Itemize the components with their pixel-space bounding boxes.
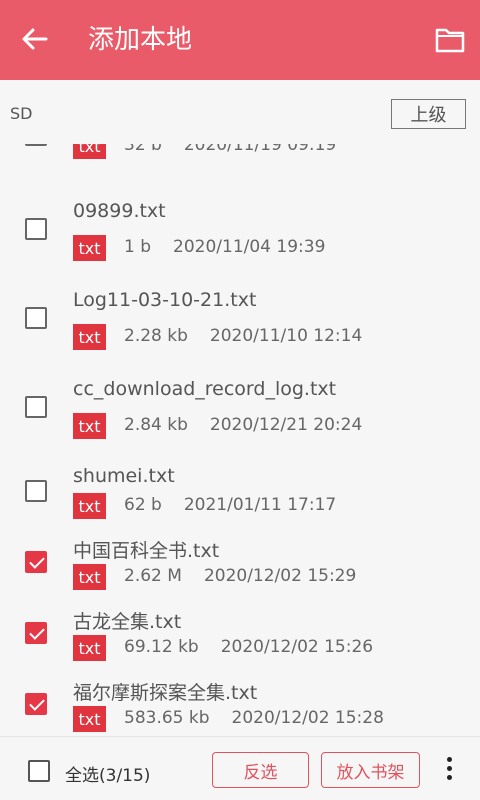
file-type-badge: txt	[73, 324, 106, 350]
file-name: shumei.txt	[73, 465, 175, 487]
page-title: 添加本地	[88, 25, 193, 55]
file-type-badge: txt	[73, 564, 106, 590]
file-checkbox-checked[interactable]	[25, 551, 47, 573]
bottom-action-bar: 全选(3/15) 反选 放入书架	[0, 736, 480, 800]
select-all-label[interactable]: 全选(3/15)	[65, 761, 150, 786]
file-type-badge: txt	[73, 493, 106, 519]
file-checkbox[interactable]	[25, 480, 47, 502]
current-path: SD	[10, 104, 33, 123]
file-type-badge: txt	[73, 144, 106, 159]
file-date: 2020/11/04 19:39	[173, 237, 326, 257]
arrow-left-icon[interactable]	[18, 22, 52, 56]
file-type-badge: txt	[73, 706, 106, 732]
file-date: 2020/12/02 15:29	[203, 566, 357, 586]
file-meta: 62 b 2021/01/11 17:17	[124, 495, 336, 515]
file-date: 2020/12/21 20:24	[209, 415, 363, 435]
file-list: txt 32 b 2020/11/19 09:19 09899.txt txt 1…	[0, 144, 480, 736]
file-size: 62 b	[124, 495, 162, 515]
file-date: 2020/12/02 15:26	[220, 637, 374, 657]
file-name: 古龙全集.txt	[73, 611, 182, 633]
file-date: 2021/01/11 17:17	[183, 495, 337, 515]
file-meta: 69.12 kb 2020/12/02 15:26	[124, 637, 373, 657]
file-checkbox-checked[interactable]	[25, 693, 47, 715]
file-type-badge: txt	[73, 413, 106, 439]
app-bar: 添加本地	[0, 0, 480, 80]
file-name: 中国百科全书.txt	[73, 540, 220, 562]
file-size: 2.84 kb	[124, 415, 188, 435]
file-size: 2.28 kb	[124, 326, 188, 346]
file-date: 2020/11/10 12:14	[209, 326, 363, 346]
invert-selection-button[interactable]: 反选	[212, 752, 309, 788]
file-meta: 583.65 kb 2020/12/02 15:28	[124, 708, 384, 728]
file-meta: 2.84 kb 2020/12/21 20:24	[124, 415, 362, 435]
file-checkbox[interactable]	[25, 307, 47, 329]
file-type-badge: txt	[73, 635, 106, 661]
select-all-checkbox[interactable]	[28, 760, 50, 782]
file-name: Log11-03-10-21.txt	[73, 289, 257, 311]
file-checkbox[interactable]	[25, 218, 47, 240]
file-size: 69.12 kb	[124, 637, 199, 657]
file-checkbox[interactable]	[25, 396, 47, 418]
file-size: 32 b	[124, 144, 162, 155]
add-to-shelf-button[interactable]: 放入书架	[321, 752, 420, 788]
up-level-button[interactable]: 上级	[391, 99, 466, 129]
file-checkbox-checked[interactable]	[25, 622, 47, 644]
file-size: 583.65 kb	[124, 708, 210, 728]
file-checkbox[interactable]	[25, 144, 47, 146]
file-size: 2.62 M	[124, 566, 182, 586]
file-name: 福尔摩斯探案全集.txt	[73, 682, 258, 704]
file-meta: 2.28 kb 2020/11/10 12:14	[124, 326, 362, 346]
file-date: 2020/11/19 09:19	[183, 144, 337, 155]
file-date: 2020/12/02 15:28	[231, 708, 384, 728]
file-meta: 2.62 M 2020/12/02 15:29	[124, 566, 356, 586]
file-meta: 32 b 2020/11/19 09:19	[124, 144, 336, 155]
file-name: 09899.txt	[73, 200, 166, 222]
file-type-badge: txt	[73, 235, 106, 261]
file-size: 1 b	[124, 237, 152, 257]
file-name: cc_download_record_log.txt	[73, 378, 337, 400]
file-meta: 1 b 2020/11/04 19:39	[124, 237, 325, 257]
folder-icon[interactable]	[434, 24, 466, 56]
more-vertical-icon[interactable]	[444, 757, 454, 783]
